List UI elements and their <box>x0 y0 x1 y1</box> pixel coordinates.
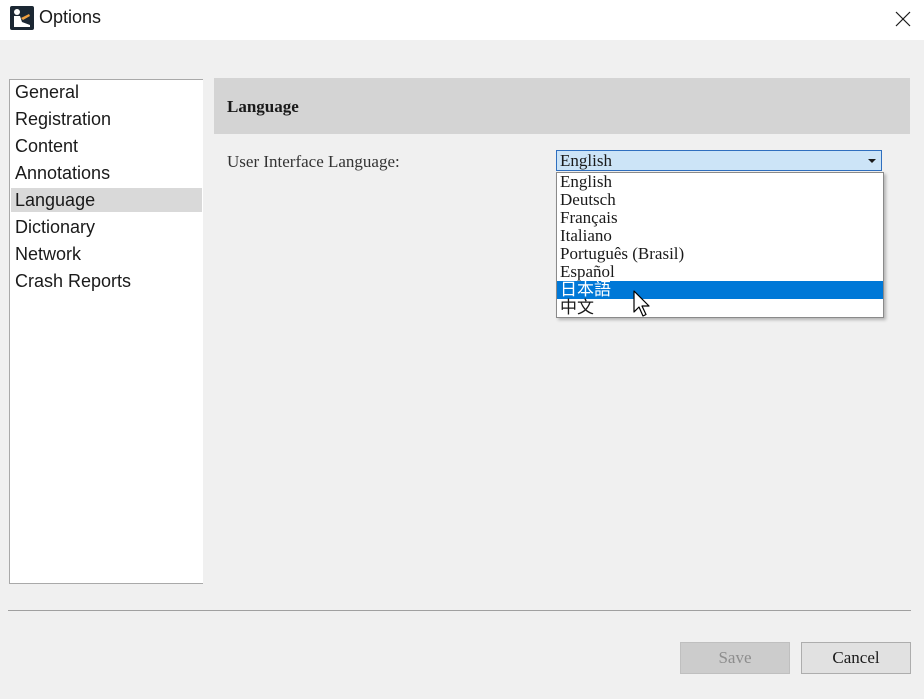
chevron-down-icon[interactable] <box>868 159 876 163</box>
ui-language-label: User Interface Language: <box>227 152 400 171</box>
mouse-pointer-icon <box>633 290 650 317</box>
language-option-deutsch[interactable]: Deutsch <box>557 191 883 209</box>
sidebar-item-label: Crash Reports <box>15 271 132 291</box>
footer-divider <box>8 610 911 611</box>
language-option-espanol[interactable]: Español <box>557 263 883 281</box>
sidebar-item-crash-reports[interactable]: Crash Reports <box>11 269 202 293</box>
cancel-button[interactable]: Cancel <box>801 642 911 674</box>
ui-language-selected-value: English <box>560 151 612 170</box>
save-button[interactable]: Save <box>680 642 790 674</box>
language-option-italiano[interactable]: Italiano <box>557 227 883 245</box>
ui-language-dropdown-list[interactable]: English Deutsch Français Italiano Portug… <box>556 172 884 318</box>
sidebar-item-general[interactable]: General <box>11 80 202 104</box>
sidebar-item-dictionary[interactable]: Dictionary <box>11 215 202 239</box>
close-button[interactable] <box>886 4 920 34</box>
window-title: Options <box>39 7 102 27</box>
language-option-francais[interactable]: Français <box>557 209 883 227</box>
kindle-reader-icon <box>10 6 34 30</box>
sidebar-item-label: Annotations <box>15 163 111 183</box>
language-option-portugues-brasil[interactable]: Português (Brasil) <box>557 245 883 263</box>
language-option-chinese[interactable]: 中文 <box>557 299 883 317</box>
sidebar-item-registration[interactable]: Registration <box>11 107 202 131</box>
language-option-english[interactable]: English <box>557 173 883 191</box>
section-title: Language <box>227 97 299 116</box>
ui-language-select[interactable]: English <box>556 150 882 171</box>
sidebar-item-label: General <box>15 82 80 102</box>
sidebar-item-language[interactable]: Language <box>11 188 202 212</box>
sidebar-item-annotations[interactable]: Annotations <box>11 161 202 185</box>
sidebar-item-label: Content <box>15 136 79 156</box>
sidebar-item-content[interactable]: Content <box>11 134 202 158</box>
title-bar: Options <box>0 0 924 40</box>
sidebar-item-network[interactable]: Network <box>11 242 202 266</box>
sidebar-item-label: Network <box>15 244 82 264</box>
sidebar-item-label: Dictionary <box>15 217 96 237</box>
cancel-button-label: Cancel <box>832 648 880 667</box>
save-button-label: Save <box>718 648 752 667</box>
close-icon <box>895 11 911 27</box>
options-category-list[interactable]: General Registration Content Annotations… <box>9 79 203 584</box>
language-option-japanese[interactable]: 日本語 <box>557 281 883 299</box>
sidebar-item-label: Registration <box>15 109 112 129</box>
section-header: Language <box>214 78 910 134</box>
sidebar-item-label: Language <box>15 190 96 210</box>
